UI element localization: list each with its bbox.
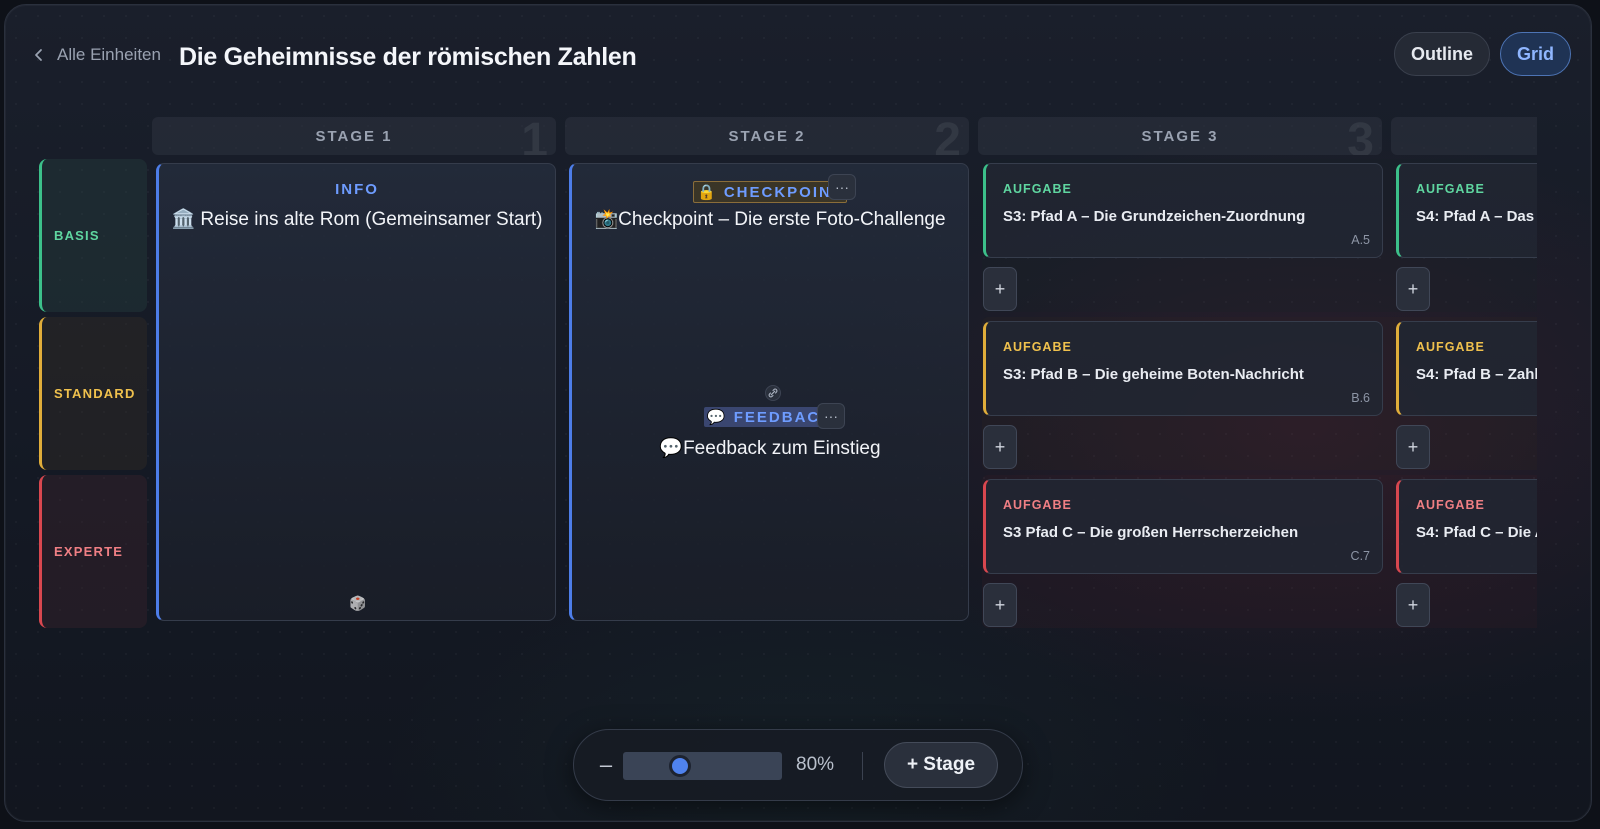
- task-card-s3-a[interactable]: AUFGABE S3: Pfad A – Die Grundzeichen-Zu…: [983, 163, 1383, 258]
- page-title: Die Geheimnisse der römischen Zahlen: [179, 43, 637, 71]
- back-label: Alle Einheiten: [57, 45, 161, 64]
- feedback-more-button[interactable]: ···: [817, 403, 845, 429]
- task-kind: AUFGABE: [1003, 340, 1072, 354]
- task-card-s4-c[interactable]: AUFGABE S4: Pfad C – Die A: [1396, 479, 1537, 574]
- stage-label: STAGE 2: [728, 127, 806, 145]
- add-stage-button[interactable]: + Stage: [884, 742, 998, 788]
- level-label-basis: BASIS: [39, 159, 147, 312]
- zoom-slider[interactable]: [623, 752, 782, 780]
- checkpoint-title: 📸Checkpoint – Die erste Foto-Challenge: [594, 209, 946, 230]
- checkpoint-card[interactable]: 🔒 CHECKPOINT ··· 📸Checkpoint – Die erste…: [569, 163, 969, 621]
- stage-number: 1: [521, 117, 548, 155]
- toolbar-divider: [862, 752, 863, 780]
- stage-label: STAGE 1: [315, 127, 393, 145]
- task-kind: AUFGABE: [1416, 340, 1485, 354]
- task-title: S3: Pfad B – Die geheime Boten-Nachricht: [1003, 366, 1304, 383]
- dice-icon: 🎲: [349, 595, 367, 611]
- info-card-title: 🏛️ Reise ins alte Rom (Gemeinsamer Start…: [171, 209, 543, 230]
- zoom-out-button[interactable]: –: [596, 750, 616, 780]
- level-label-standard: STANDARD: [39, 317, 147, 470]
- feedback-title: 💬Feedback zum Einstieg: [659, 438, 881, 459]
- task-card-s3-b[interactable]: AUFGABE S3: Pfad B – Die geheime Boten-N…: [983, 321, 1383, 416]
- task-title: S3: Pfad A – Die Grundzeichen-Zuordnung: [1003, 208, 1306, 225]
- grid-view-button[interactable]: Grid: [1499, 32, 1571, 76]
- zoom-value: 80%: [796, 754, 835, 775]
- task-title: S4: Pfad A – Das A: [1416, 208, 1537, 225]
- back-link[interactable]: Alle Einheiten: [33, 45, 161, 65]
- link-icon[interactable]: [765, 385, 781, 401]
- add-task-button-basis-s4[interactable]: +: [1396, 267, 1430, 311]
- add-task-button-standard-s4[interactable]: +: [1396, 425, 1430, 469]
- header: Alle Einheiten Die Geheimnisse der römis…: [5, 5, 1591, 105]
- zoom-slider-thumb[interactable]: [669, 755, 692, 777]
- stage-header-3[interactable]: STAGE 3 3: [978, 117, 1382, 155]
- stage-header-2[interactable]: STAGE 2 2: [565, 117, 969, 155]
- stage-header-1[interactable]: STAGE 1 1: [152, 117, 556, 155]
- stage-header-4[interactable]: [1391, 117, 1537, 155]
- task-title: S4: Pfad C – Die A: [1416, 524, 1537, 541]
- feedback-tag-row: 💬 FEEDBACK: [572, 407, 968, 427]
- stage-number: 2: [934, 117, 961, 155]
- add-task-button-basis[interactable]: +: [983, 267, 1017, 311]
- info-card[interactable]: INFO 🏛️ Reise ins alte Rom (Gemeinsamer …: [156, 163, 556, 621]
- task-card-s4-a[interactable]: AUFGABE S4: Pfad A – Das A: [1396, 163, 1537, 258]
- task-kind: AUFGABE: [1416, 182, 1485, 196]
- add-task-button-standard[interactable]: +: [983, 425, 1017, 469]
- task-code: C.7: [1350, 549, 1370, 563]
- task-title: S3 Pfad C – Die großen Herrscherzeichen: [1003, 524, 1299, 541]
- chevron-left-icon: [35, 49, 42, 61]
- checkpoint-tag: 🔒 CHECKPOINT: [692, 181, 847, 203]
- task-title: S4: Pfad B – Zahl: [1416, 366, 1537, 383]
- add-task-button-experte[interactable]: +: [983, 583, 1017, 627]
- checkpoint-tag-row: 🔒 CHECKPOINT: [572, 181, 968, 203]
- task-code: A.5: [1351, 233, 1370, 247]
- task-kind: AUFGABE: [1416, 498, 1485, 512]
- app-window: Alle Einheiten Die Geheimnisse der römis…: [4, 4, 1592, 822]
- checkpoint-more-button[interactable]: ···: [828, 174, 856, 200]
- task-kind: AUFGABE: [1003, 182, 1072, 196]
- level-label-experte: EXPERTE: [39, 475, 147, 628]
- task-card-s3-c[interactable]: AUFGABE S3 Pfad C – Die großen Herrscher…: [983, 479, 1383, 574]
- task-kind: AUFGABE: [1003, 498, 1072, 512]
- stage-number: 3: [1347, 117, 1374, 155]
- grid-viewport: STAGE 1 1 STAGE 2 2 STAGE 3 3 INFO 🏛️ Re…: [5, 5, 1537, 821]
- info-tag: INFO: [335, 181, 379, 198]
- task-code: B.6: [1351, 391, 1370, 405]
- add-task-button-experte-s4[interactable]: +: [1396, 583, 1430, 627]
- stage-label: STAGE 3: [1141, 127, 1219, 145]
- task-card-s4-b[interactable]: AUFGABE S4: Pfad B – Zahl: [1396, 321, 1537, 416]
- view-toggle: Outline Grid: [1393, 32, 1571, 76]
- zoom-toolbar: – 80% + Stage: [573, 729, 1023, 801]
- outline-view-button[interactable]: Outline: [1393, 32, 1490, 76]
